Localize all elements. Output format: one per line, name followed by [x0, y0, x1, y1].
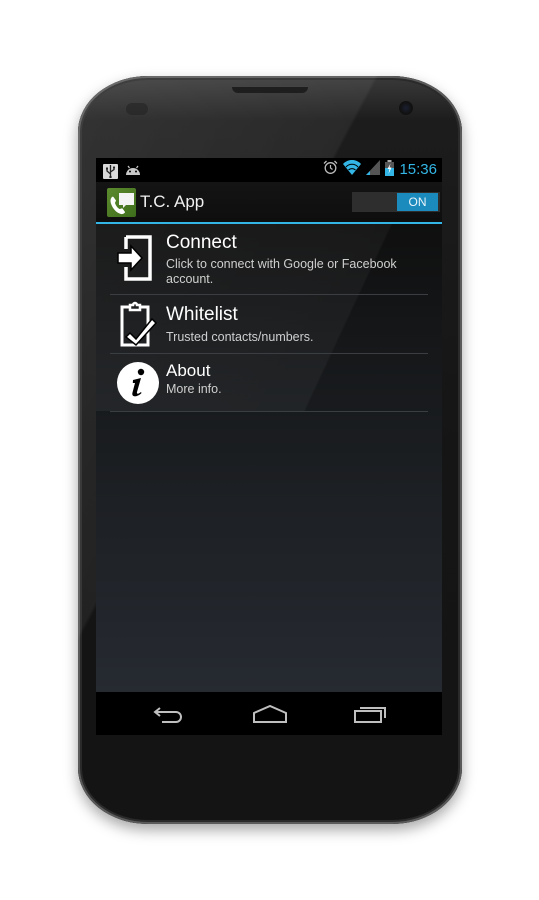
menu-item-title: Whitelist: [166, 304, 238, 325]
menu-item-whitelist[interactable]: Whitelist Trusted contacts/numbers.: [110, 295, 428, 353]
alarm-icon: [323, 160, 338, 180]
signal-icon: [366, 160, 381, 180]
status-bar: 15:36: [96, 158, 442, 182]
divider: [110, 411, 428, 412]
service-toggle[interactable]: ON: [352, 192, 440, 212]
info-icon: [116, 361, 160, 405]
clipboard-check-icon: [116, 301, 160, 347]
proximity-sensor: [126, 103, 148, 115]
menu-item-connect[interactable]: Connect Click to connect with Google or …: [110, 224, 428, 294]
phone-chat-icon[interactable]: [107, 188, 136, 217]
toggle-on-label[interactable]: ON: [397, 193, 438, 211]
menu-item-title: About: [166, 361, 211, 380]
front-camera: [399, 101, 413, 115]
menu-item-about[interactable]: About More info.: [110, 354, 428, 412]
wifi-icon: [343, 159, 362, 180]
menu-item-subtitle: Click to connect with Google or Facebook…: [166, 257, 397, 286]
sign-in-icon: [116, 234, 160, 281]
recent-apps-icon[interactable]: [351, 700, 391, 728]
menu-item-subtitle: Trusted contacts/numbers.: [166, 330, 314, 344]
action-bar: T.C. App ON: [96, 182, 442, 222]
battery-charging-icon: [385, 159, 395, 181]
menu-list: Connect Click to connect with Google or …: [96, 224, 442, 692]
back-icon[interactable]: [148, 700, 188, 728]
usb-icon: [103, 164, 118, 179]
home-icon[interactable]: [250, 700, 290, 728]
status-time: 15:36: [399, 161, 437, 178]
device-screen: 15:36 T.C. App ON Connect Click to conne…: [96, 158, 442, 735]
menu-item-title: Connect: [166, 232, 237, 253]
app-title: T.C. App: [140, 192, 205, 211]
menu-item-subtitle: More info.: [166, 382, 222, 396]
earpiece-speaker: [232, 86, 308, 93]
android-debug-icon: [124, 162, 142, 181]
navigation-bar: [96, 692, 442, 735]
